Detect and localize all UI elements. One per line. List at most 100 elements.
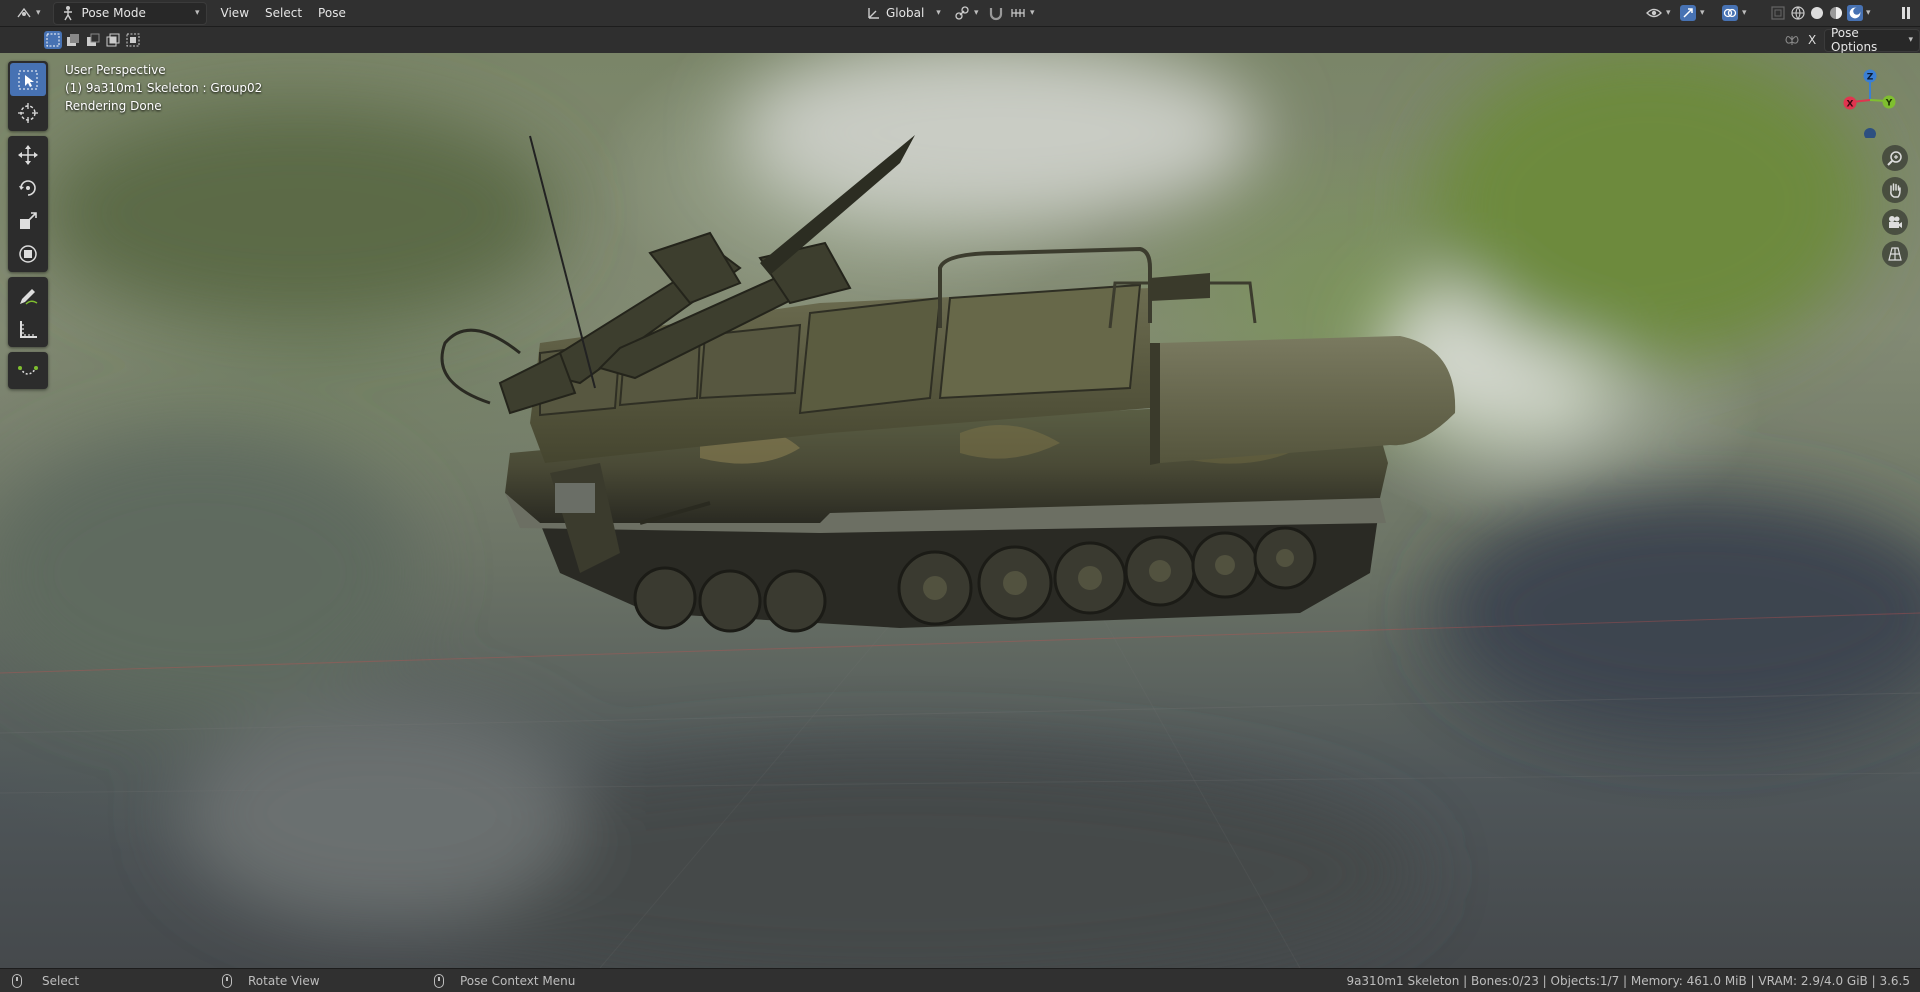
- pose-options-dropdown[interactable]: Pose Options ▾: [1824, 26, 1920, 54]
- status-context-hint: Pose Context Menu: [434, 973, 576, 988]
- wireframe-shading-icon[interactable]: [1790, 5, 1806, 21]
- eye-icon: [1646, 8, 1662, 18]
- status-select-label: Select: [42, 973, 80, 988]
- rotate-tool[interactable]: [10, 171, 46, 204]
- annotate-tool[interactable]: [10, 279, 46, 312]
- snap-increment-icon: [1011, 9, 1025, 17]
- status-context-label: Pose Context Menu: [460, 973, 576, 988]
- select-new-icon: [46, 33, 60, 47]
- gizmo-toggle[interactable]: ▾: [1674, 3, 1711, 24]
- header-menus: View Select Pose: [213, 3, 354, 24]
- select-new-button[interactable]: [44, 31, 62, 49]
- orientation-axis-icon: [868, 8, 879, 19]
- chevron-down-icon: ▾: [1742, 8, 1747, 18]
- rendered-shading-icon[interactable]: [1847, 5, 1863, 21]
- chevron-down-icon: ▾: [195, 8, 200, 18]
- select-extend-button[interactable]: [64, 31, 82, 49]
- gizmo-arrow-icon: [1680, 5, 1696, 21]
- solid-shading-icon[interactable]: [1809, 5, 1825, 21]
- rotate-icon: [19, 179, 36, 196]
- snap-target-selector[interactable]: ▾: [1004, 3, 1041, 24]
- transform-icon: [19, 244, 37, 263]
- scene-statistics: 9a310m1 Skeleton | Bones:0/23 | Objects:…: [1346, 973, 1910, 988]
- mode-selector[interactable]: Pose Mode ▾: [52, 1, 207, 25]
- cursor-tool[interactable]: [10, 96, 46, 129]
- orientation-label: Global: [886, 6, 925, 20]
- gizmo-x-label: X: [1847, 100, 1854, 110]
- select-difference-button[interactable]: [104, 31, 122, 49]
- transform-tool-group: [8, 136, 48, 272]
- tool-shelf: [8, 61, 48, 394]
- perspective-label: User Perspective: [65, 63, 166, 77]
- x-mirror-toggle[interactable]: X: [1808, 33, 1816, 47]
- overlays-toggle[interactable]: ▾: [1716, 3, 1753, 24]
- bone-curve-tool[interactable]: [10, 354, 46, 387]
- mouse-middle-icon: [222, 973, 232, 988]
- render-status: Rendering Done: [65, 99, 162, 113]
- transform-tool[interactable]: [10, 237, 46, 270]
- chevron-down-icon[interactable]: ▾: [1866, 8, 1871, 18]
- camera-view-button[interactable]: [1882, 209, 1908, 235]
- hand-icon: [1890, 183, 1901, 198]
- zoom-button[interactable]: [1882, 145, 1908, 171]
- mirror-group: X: [1784, 32, 1816, 48]
- pencil-icon: [20, 288, 38, 305]
- camera-icon: [1889, 216, 1902, 228]
- shading-mode-group: ▾: [1790, 5, 1871, 21]
- mouse-right-icon: [434, 973, 444, 988]
- move-tool[interactable]: [10, 138, 46, 171]
- viewport-header: ▾ Pose Mode ▾ View Select Pose Global ▾ …: [0, 0, 1920, 27]
- chevron-down-icon: ▾: [1666, 8, 1671, 18]
- pose-mode-icon: [63, 6, 72, 21]
- measure-tool[interactable]: [10, 312, 46, 345]
- curve-icon: [18, 365, 38, 375]
- transform-orientation-selector[interactable]: Global ▾: [860, 3, 947, 24]
- magnifier-icon: [1887, 151, 1902, 166]
- 3d-cursor-icon: [18, 102, 38, 123]
- menu-pose[interactable]: Pose: [310, 3, 354, 24]
- 3d-viewport[interactable]: User Perspective (1) 9a310m1 Skeleton : …: [0, 53, 1920, 968]
- chevron-down-icon: ▾: [36, 8, 41, 18]
- selection-mode-group: [44, 31, 142, 49]
- annotate-tool-group: [8, 277, 48, 347]
- sidebar-toggle[interactable]: [1892, 3, 1920, 24]
- gizmo-neg-z-axis[interactable]: [1864, 128, 1876, 138]
- chevron-down-icon: ▾: [1030, 8, 1035, 18]
- select-intersect-button[interactable]: [124, 31, 142, 49]
- material-shading-icon[interactable]: [1828, 5, 1844, 21]
- move-arrows-icon: [18, 144, 38, 165]
- select-subtract-button[interactable]: [84, 31, 102, 49]
- scene-background: [0, 53, 1920, 968]
- pan-button[interactable]: [1882, 177, 1908, 203]
- chevron-down-icon: ▾: [1700, 8, 1705, 18]
- pivot-point-selector[interactable]: ▾: [948, 3, 985, 24]
- perspective-toggle-button[interactable]: [1882, 241, 1908, 267]
- select-box-tool[interactable]: [10, 63, 46, 96]
- chevron-down-icon: ▾: [1908, 35, 1913, 45]
- visibility-selector[interactable]: ▾: [1640, 3, 1677, 24]
- bendy-tool-group: [8, 352, 48, 389]
- gizmo-y-label: Y: [1885, 99, 1893, 109]
- status-select-hint: Select: [12, 973, 80, 988]
- status-bar: Select Rotate View Pose Context Menu 9a3…: [0, 968, 1920, 992]
- gizmo-z-label: Z: [1867, 73, 1874, 83]
- overlays-icon: [1722, 5, 1738, 21]
- select-tool-group: [8, 61, 48, 131]
- editor-type-selector[interactable]: ▾: [10, 3, 47, 24]
- xray-icon: [1771, 6, 1785, 20]
- navigation-gizmo[interactable]: Z X Y: [1830, 58, 1910, 138]
- select-intersect-icon: [126, 33, 140, 47]
- scale-tool[interactable]: [10, 204, 46, 237]
- mouse-left-icon: [12, 973, 22, 988]
- status-rotate-label: Rotate View: [248, 973, 320, 988]
- menu-view[interactable]: View: [213, 3, 257, 24]
- menu-select[interactable]: Select: [257, 3, 310, 24]
- editor-type-icon: [17, 7, 31, 18]
- viewport-info: User Perspective (1) 9a310m1 Skeleton : …: [65, 61, 262, 115]
- select-difference-icon: [106, 33, 120, 47]
- navigation-buttons: [1882, 145, 1908, 267]
- butterfly-mirror-icon: [1785, 35, 1799, 45]
- xray-toggle[interactable]: [1764, 3, 1792, 24]
- chevron-down-icon: ▾: [936, 8, 941, 18]
- select-cursor-icon: [18, 70, 38, 89]
